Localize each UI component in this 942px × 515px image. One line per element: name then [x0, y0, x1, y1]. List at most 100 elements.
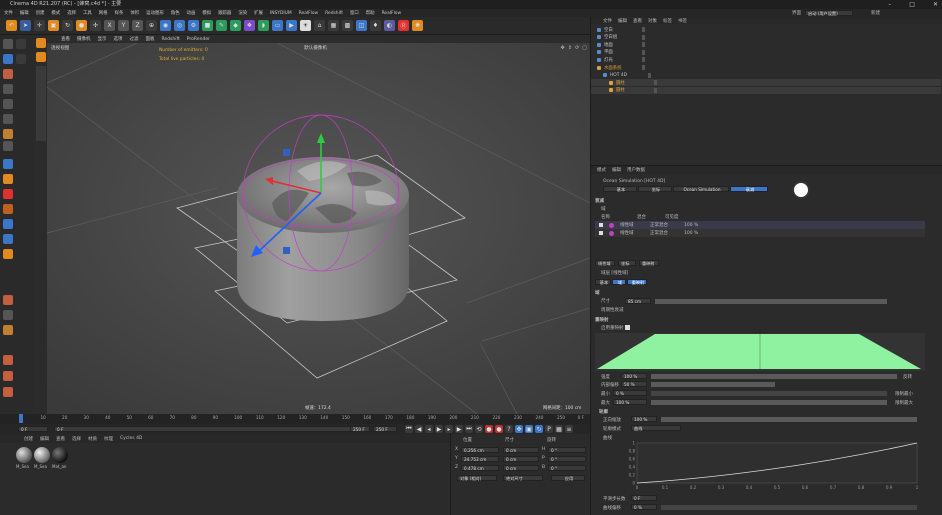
object-row[interactable]: HOT 4D: [591, 72, 941, 79]
object-row[interactable]: 地面: [591, 41, 941, 48]
cloner-icon[interactable]: ❖: [244, 20, 255, 31]
3d-viewport[interactable]: 透视视图 默认摄像机 Number of emitters: 0 Total l…: [47, 43, 590, 414]
coord-mode-dropdown[interactable]: 对象 (相对): [457, 475, 497, 481]
tab-ocean[interactable]: Ocean Simulation: [673, 186, 729, 192]
mat-menu-edit[interactable]: 编辑: [40, 436, 49, 442]
model-mode-icon[interactable]: [3, 54, 13, 64]
solo-icon[interactable]: [3, 219, 13, 229]
mat-menu-texture[interactable]: 纹理: [104, 436, 113, 442]
pos-scale-field[interactable]: 100 %: [631, 416, 657, 422]
grid-icon[interactable]: ▩: [342, 20, 353, 31]
viewport-menu-panel[interactable]: 面板: [146, 36, 155, 42]
keyframe-sel-icon[interactable]: ?: [505, 425, 513, 433]
material-swatch-3[interactable]: [52, 447, 68, 463]
zoom-nav-icon[interactable]: ⇕: [568, 45, 572, 51]
loop-icon[interactable]: ⟲: [475, 425, 483, 433]
menu-volume[interactable]: 体积: [130, 10, 139, 16]
object-row[interactable]: 圆柱: [591, 86, 941, 94]
max-field[interactable]: 100 %: [613, 399, 647, 405]
menu-tools[interactable]: 工具: [83, 10, 92, 16]
subdivision-icon[interactable]: ◆: [230, 20, 241, 31]
move-nav-icon[interactable]: ✥: [561, 45, 565, 51]
menu-mode[interactable]: 模式: [51, 10, 60, 16]
polygon-pen-icon[interactable]: [3, 325, 13, 335]
menu-character[interactable]: 角色: [171, 10, 180, 16]
menu-realflow-2[interactable]: RealFlow: [382, 11, 402, 16]
pen-icon[interactable]: ✎: [216, 20, 227, 31]
om-menu-edit[interactable]: 编辑: [618, 18, 627, 24]
strength-field[interactable]: 100 %: [621, 373, 647, 379]
menu-redshift[interactable]: Redshift: [325, 11, 343, 16]
tab-coord[interactable]: 坐标: [638, 186, 672, 192]
max-frame-field[interactable]: 250 F: [350, 426, 370, 432]
attr-menu-edit[interactable]: 编辑: [612, 167, 621, 173]
row-check-icon[interactable]: [599, 223, 603, 227]
autokey-icon[interactable]: ●: [495, 425, 503, 433]
recent-tool-icon[interactable]: ●: [76, 20, 87, 31]
render-picture-icon[interactable]: ◎: [174, 20, 185, 31]
bevel-icon[interactable]: [3, 387, 13, 397]
enable-remap-checkbox[interactable]: [625, 325, 630, 330]
apply-button[interactable]: 应用: [551, 475, 585, 481]
select-icon[interactable]: ➤: [20, 20, 31, 31]
menu-spline[interactable]: 样条: [115, 10, 124, 16]
object-row[interactable]: 灯光: [591, 56, 941, 63]
curve-graph[interactable]: 10.80.60.40.200 0.1 0.2 0.3 0.4 0.5 0.6 0.7 0.8 0…: [621, 439, 921, 491]
mat-menu-view[interactable]: 查看: [56, 436, 65, 442]
go-end-icon[interactable]: ⏭: [465, 425, 473, 433]
live-select-icon[interactable]: ✢: [90, 20, 101, 31]
coord-b-rot[interactable]: 0 °: [548, 465, 586, 471]
mat-menu-create[interactable]: 创建: [24, 436, 33, 442]
size-mode-dropdown[interactable]: 绝对尺寸: [503, 475, 543, 481]
tab-falloff[interactable]: 衰减: [730, 186, 768, 192]
inner-offset-field[interactable]: 50 %: [621, 381, 647, 387]
material-swatch-1[interactable]: [16, 447, 32, 463]
viewport-menu-prorender[interactable]: ProRender: [187, 37, 210, 42]
object-row[interactable]: 空白组: [591, 34, 941, 41]
x-axis-icon[interactable]: X: [104, 20, 115, 31]
points-mode-icon[interactable]: [3, 99, 13, 109]
menu-mograph[interactable]: 运动图形: [146, 10, 164, 16]
maximize-view-icon[interactable]: ▢: [582, 45, 587, 51]
viewport-menu-redshift[interactable]: Redshift: [162, 37, 180, 42]
strength-slider[interactable]: [651, 374, 897, 379]
object-visibility-icon[interactable]: [642, 57, 645, 63]
tab-basic[interactable]: 基本: [603, 186, 637, 192]
z-axis-icon[interactable]: Z: [132, 20, 143, 31]
sculpt-icon[interactable]: [3, 174, 13, 184]
scale-key-icon[interactable]: ▣: [525, 425, 533, 433]
coord-z-size[interactable]: 0 cm: [503, 465, 539, 471]
viewport-menu-options[interactable]: 选项: [114, 36, 123, 42]
minimize-icon[interactable]: –: [888, 1, 891, 8]
viewport-camera[interactable]: 默认摄像机: [304, 45, 327, 51]
size-field[interactable]: 85 cm: [625, 298, 651, 304]
timeline-menu-icon[interactable]: ≡: [565, 425, 573, 433]
rigging-icon[interactable]: [3, 295, 13, 305]
object-visibility-icon[interactable]: [642, 42, 645, 48]
camera-icon[interactable]: ▶: [286, 20, 297, 31]
object-visibility-icon[interactable]: [642, 49, 645, 55]
record-icon[interactable]: ●: [485, 425, 493, 433]
snap-icon[interactable]: ⌂: [314, 20, 325, 31]
solo-hierarchy-icon[interactable]: [3, 234, 13, 244]
menu-file[interactable]: 文件: [4, 10, 13, 16]
tweak-icon[interactable]: [3, 204, 13, 214]
object-visibility-icon[interactable]: [648, 72, 651, 78]
menu-edit[interactable]: 编辑: [20, 10, 29, 16]
playhead[interactable]: [19, 414, 23, 423]
material-swatch-2[interactable]: [34, 447, 50, 463]
size-slider[interactable]: [655, 299, 887, 304]
move-icon[interactable]: ✛: [34, 20, 45, 31]
grid-tool-icon[interactable]: [16, 54, 26, 64]
new-layout-button[interactable]: 新建: [871, 10, 880, 16]
view-tool-icon[interactable]: [16, 39, 26, 49]
pos-scale-slider[interactable]: [661, 417, 917, 422]
subtab2-basic[interactable]: 基本: [595, 279, 611, 285]
move-view-icon[interactable]: [36, 38, 46, 48]
menu-render[interactable]: 渲染: [238, 10, 247, 16]
row-check-icon[interactable]: [599, 231, 603, 235]
undo-icon[interactable]: ↶: [6, 20, 17, 31]
inner-offset-slider[interactable]: [651, 382, 775, 387]
layout-dropdown[interactable]: 启动 (用户设置): [805, 10, 853, 16]
viewport-menu-camera[interactable]: 摄像机: [77, 36, 91, 42]
